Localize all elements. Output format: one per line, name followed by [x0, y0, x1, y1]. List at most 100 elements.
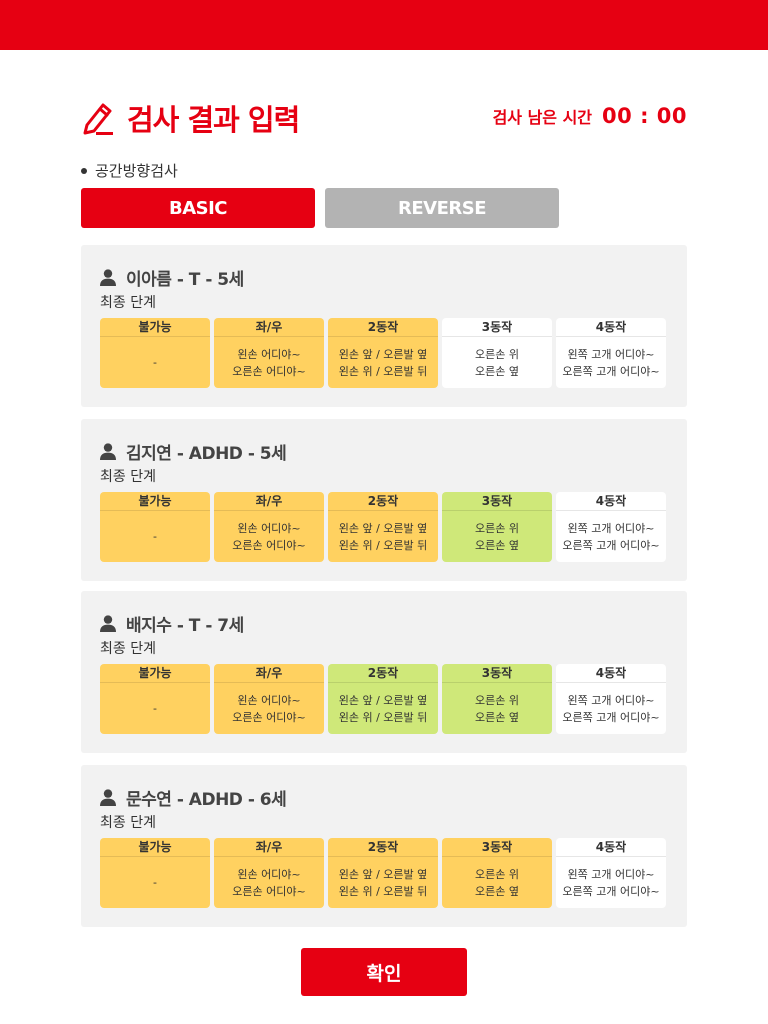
stage-header: 4동작 — [556, 318, 666, 337]
stage-header: 4동작 — [556, 664, 666, 683]
stage-instruction: 왼쪽 고개 어디야~ — [567, 347, 655, 361]
stage-instruction: 왼손 위 / 오른발 뒤 — [338, 538, 428, 552]
stage-instruction: 오른쪽 고개 어디야~ — [562, 710, 660, 724]
stage-instruction: 오른쪽 고개 어디야~ — [562, 538, 660, 552]
stage-instruction: 오른손 옆 — [475, 710, 519, 724]
stage-instruction: 오른손 어디야~ — [232, 884, 306, 898]
stage-header: 2동작 — [328, 664, 438, 683]
stage-content: 오른손 위 오른손 옆 — [442, 511, 552, 562]
patient-header: 배지수 - T - 7세 — [100, 611, 244, 636]
patient-card: 이아름 - T - 5세 최종 단계 불가능 - 좌/우 왼손 어디야~ 오른손 어디야~ 2… — [81, 245, 687, 407]
page-title: 검사 결과 입력 — [127, 103, 300, 137]
final-stage-label: 최종 단계 — [100, 295, 156, 311]
stage-instruction: 왼손 어디야~ — [237, 867, 301, 881]
tab-basic[interactable]: BASIC — [81, 188, 315, 228]
stage-header: 3동작 — [442, 838, 552, 857]
stage-impossible[interactable]: 불가능 - — [100, 664, 210, 734]
stage-instruction: 오른쪽 고개 어디야~ — [562, 884, 660, 898]
stage-left-right[interactable]: 좌/우 왼손 어디야~ 오른손 어디야~ — [214, 318, 324, 388]
stage-header: 좌/우 — [214, 838, 324, 857]
stage-header: 불가능 — [100, 318, 210, 337]
stage-instruction: 오른손 옆 — [475, 364, 519, 378]
stage-three-actions[interactable]: 3동작오른손 위오른손 옆 — [442, 838, 552, 908]
stage-left-right[interactable]: 좌/우왼손 어디야~ 오른손 어디야~ — [214, 838, 324, 908]
final-stage-label: 최종 단계 — [100, 815, 156, 831]
stage-content: 오른손 위오른손 옆 — [442, 683, 552, 734]
stage-instruction: 왼손 위 / 오른발 뒤 — [338, 884, 428, 898]
stage-instruction: - — [153, 356, 157, 369]
stage-impossible[interactable]: 불가능 - — [100, 492, 210, 562]
stage-instruction: 오른쪽 고개 어디야~ — [562, 364, 660, 378]
stage-two-actions[interactable]: 2동작 왼손 앞 / 오른발 옆 왼손 위 / 오른발 뒤 — [328, 492, 438, 562]
stage-header: 4동작 — [556, 492, 666, 511]
stage-three-actions[interactable]: 3동작 오른손 위 오른손 옆 — [442, 318, 552, 388]
confirm-button[interactable]: 확인 — [301, 948, 467, 996]
stage-four-actions[interactable]: 4동작왼쪽 고개 어디야~ 오른쪽 고개 어디야~ — [556, 318, 666, 388]
stage-header: 불가능 — [100, 838, 210, 857]
page-header: 검사 결과 입력 검사 남은 시간 00 : 00 — [81, 98, 687, 138]
stage-three-actions[interactable]: 3동작 오른손 위 오른손 옆 — [442, 664, 552, 734]
user-icon — [100, 269, 116, 286]
stage-four-actions[interactable]: 4동작왼쪽 고개 어디야~ 오른쪽 고개 어디야~ — [556, 838, 666, 908]
test-type-text: 공간방향검사 — [95, 162, 178, 180]
pencil-icon — [83, 103, 113, 135]
stage-instruction: 왼손 위 / 오른발 뒤 — [338, 710, 428, 724]
stage-header: 4동작 — [556, 838, 666, 857]
patient-header: 김지연 - ADHD - 5세 — [100, 439, 287, 464]
stage-instruction: - — [153, 530, 157, 543]
timer-label: 검사 남은 시간 — [492, 108, 593, 127]
stage-instruction: 오른손 위 — [475, 867, 519, 881]
stage-content: 왼쪽 고개 어디야~ 오른쪽 고개 어디야~ — [556, 337, 666, 388]
user-icon — [100, 789, 116, 806]
stage-grid: 불가능 - 좌/우 왼손 어디야~ 오른손 어디야~ 2동작 왼손 앞 / 오른발 옆 왼손 … — [100, 838, 666, 908]
stage-two-actions[interactable]: 2동작 왼손 앞 / 오른발 옆 왼손 위 / 오른발 뒤 — [328, 664, 438, 734]
stage-four-actions[interactable]: 4동작 왼쪽 고개 어디야~ 오른쪽 고개 어디야~ — [556, 664, 666, 734]
stage-four-actions[interactable]: 4동작왼쪽 고개 어디야~ 오른쪽 고개 어디야~ — [556, 492, 666, 562]
stage-grid: 불가능 - 좌/우 왼손 어디야~ 오른손 어디야~ 2동작 왼손 앞 / 오른발 옆 왼손 … — [100, 664, 666, 734]
stage-instruction: 오른손 옆 — [475, 538, 519, 552]
stage-left-right[interactable]: 좌/우 왼손 어디야~ 오른손 어디야~ — [214, 492, 324, 562]
stage-content: 왼손 앞 / 오른발 옆 왼손 위 / 오른발 뒤 — [328, 511, 438, 562]
patient-header: 이아름 - T - 5세 — [100, 265, 244, 290]
timer-value: 00 : 00 — [602, 104, 687, 128]
stage-instruction: 오른손 옆 — [475, 884, 519, 898]
patient-name: 김지연 - ADHD - 5세 — [126, 444, 287, 464]
stage-instruction: 왼손 어디야~ — [237, 521, 301, 535]
stage-content: 왼손 어디야~ 오른손 어디야~ — [214, 683, 324, 734]
stage-grid: 불가능 - 좌/우 왼손 어디야~ 오른손 어디야~ 2동작 왼손 앞 / 오른발 옆 왼손 … — [100, 492, 666, 562]
patient-card: 배지수 - T - 7세최종 단계불가능 - 좌/우 왼손 어디야~ 오른손 어디야~ 2… — [81, 591, 687, 753]
stage-instruction: 왼손 위 / 오른발 뒤 — [338, 364, 428, 378]
stage-instruction: 왼손 앞 / 오른발 옆 — [338, 347, 428, 361]
stage-header: 3동작 — [442, 492, 552, 511]
stage-content: 왼손 앞 / 오른발 옆 왼손 위 / 오른발 뒤 — [328, 683, 438, 734]
stage-header: 좌/우 — [214, 664, 324, 683]
stage-header: 좌/우 — [214, 492, 324, 511]
stage-two-actions[interactable]: 2동작 왼손 앞 / 오른발 옆 왼손 위 / 오른발 뒤 — [328, 838, 438, 908]
stage-instruction: - — [153, 876, 157, 889]
stage-content: 왼쪽 고개 어디야~ 오른쪽 고개 어디야~ — [556, 857, 666, 908]
stage-three-actions[interactable]: 3동작 오른손 위 오른손 옆 — [442, 492, 552, 562]
stage-impossible[interactable]: 불가능 - — [100, 838, 210, 908]
stage-content: 오른손 위오른손 옆 — [442, 857, 552, 908]
stage-two-actions[interactable]: 2동작 왼손 앞 / 오른발 옆 왼손 위 / 오른발 뒤 — [328, 318, 438, 388]
final-stage-label: 최종 단계 — [100, 641, 156, 657]
stage-left-right[interactable]: 좌/우 왼손 어디야~ 오른손 어디야~ — [214, 664, 324, 734]
stage-instruction: 왼쪽 고개 어디야~ — [567, 521, 655, 535]
patient-name: 배지수 - T - 7세 — [126, 616, 244, 636]
stage-instruction: 왼손 앞 / 오른발 옆 — [338, 867, 428, 881]
tab-reverse[interactable]: REVERSE — [325, 188, 559, 228]
user-icon — [100, 615, 116, 632]
stage-instruction: 오른손 위 — [475, 693, 519, 707]
patient-name: 문수연 - ADHD - 6세 — [126, 790, 287, 810]
stage-content: 왼쪽 고개 어디야~ 오른쪽 고개 어디야~ — [556, 683, 666, 734]
patient-header: 문수연 - ADHD - 6세 — [100, 785, 287, 810]
stage-content: 오른손 위 오른손 옆 — [442, 337, 552, 388]
stage-instruction: 왼쪽 고개 어디야~ — [567, 867, 655, 881]
stage-content: 왼손 어디야~ 오른손 어디야~ — [214, 337, 324, 388]
stage-content: - — [100, 337, 210, 388]
stage-content: - — [100, 683, 210, 734]
stage-instruction: 왼손 어디야~ — [237, 347, 301, 361]
patient-card: 문수연 - ADHD - 6세최종 단계불가능 - 좌/우왼손 어디야~ 오른손 어디… — [81, 765, 687, 927]
stage-impossible[interactable]: 불가능 - — [100, 318, 210, 388]
stage-content: 왼손 앞 / 오른발 옆왼손 위 / 오른발 뒤 — [328, 337, 438, 388]
